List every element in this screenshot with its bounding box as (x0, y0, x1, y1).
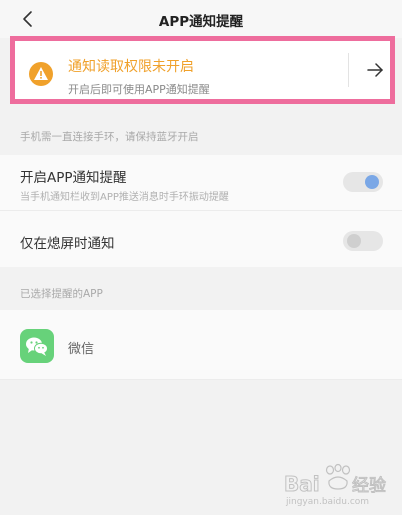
permission-banner-subtitle: 开启后即可使用APP通知提醒 (68, 83, 210, 96)
divider (0, 379, 402, 380)
toggle-knob (365, 175, 379, 189)
app-list (0, 310, 402, 380)
svg-text:jingyan.baidu.com: jingyan.baidu.com (285, 497, 369, 507)
divider (0, 210, 402, 211)
selected-apps-label: 已选择提醒的APP (20, 288, 103, 300)
page-title: APP通知提醒 (158, 14, 244, 30)
bluetooth-hint: 手机需一直连接手环，请保持蓝牙开启 (20, 131, 199, 143)
setting-subtitle-app-notify: 当手机通知栏收到APP推送消息时手环振动提醒 (20, 192, 229, 203)
permission-banner-title: 通知读取权限未开启 (68, 59, 194, 75)
arrow-right-icon[interactable] (365, 60, 385, 80)
screen: APP通知提醒 通知读取权限未开启 开启后即可使用APP通知提醒 手机需一直连接… (0, 0, 402, 515)
svg-text:经验: 经验 (352, 476, 386, 496)
permission-banner[interactable]: 通知读取权限未开启 开启后即可使用APP通知提醒 (10, 36, 395, 104)
wechat-icon (20, 329, 54, 363)
divider (348, 53, 349, 87)
app-item-wechat[interactable]: 微信 (68, 338, 94, 357)
baidu-jingyan-watermark: Bai 经验 jingyan.baidu.com (284, 463, 387, 507)
top-bar: APP通知提醒 (0, 0, 402, 38)
settings-list: 开启APP通知提醒 当手机通知栏收到APP推送消息时手环振动提醒 仅在熄屏时通知 (0, 155, 402, 267)
app-notify-toggle[interactable] (343, 172, 383, 192)
toggle-knob (347, 234, 361, 248)
setting-title-app-notify: 开启APP通知提醒 (20, 170, 127, 186)
svg-text:Bai: Bai (284, 472, 320, 496)
warning-icon (29, 62, 53, 86)
screen-off-toggle[interactable] (343, 231, 383, 251)
setting-title-screen-off: 仅在熄屏时通知 (20, 236, 115, 252)
